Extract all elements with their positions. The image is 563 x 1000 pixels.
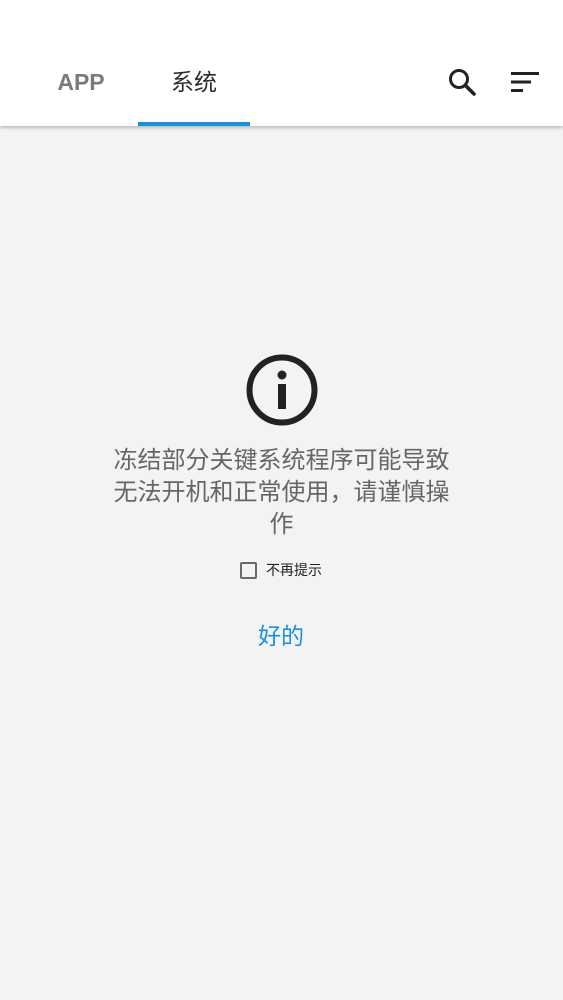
search-icon [449, 69, 476, 96]
info-icon [246, 354, 318, 426]
dont-show-again-checkbox[interactable] [240, 561, 257, 579]
search-button[interactable] [440, 60, 484, 104]
sort-icon [511, 72, 539, 92]
ok-button[interactable]: 好的 [231, 612, 331, 656]
warning-message: 冻结部分关键系统程序可能导致无法开机和正常使用，请谨慎操作 [113, 446, 450, 538]
tab-system[interactable]: 系统 [138, 58, 250, 126]
tab-app-label: APP [57, 69, 105, 95]
app-bar: APP 系统 [0, 0, 563, 126]
sort-button[interactable] [503, 60, 547, 104]
tab-system-label: 系统 [171, 69, 217, 95]
dont-show-again-option[interactable]: 不再提示 [240, 559, 322, 581]
dont-show-again-label: 不再提示 [266, 563, 322, 579]
tab-indicator [138, 122, 250, 126]
content-area: 冻结部分关键系统程序可能导致无法开机和正常使用，请谨慎操作 不再提示 好的 [0, 126, 563, 1000]
tab-app[interactable]: APP [36, 58, 126, 126]
